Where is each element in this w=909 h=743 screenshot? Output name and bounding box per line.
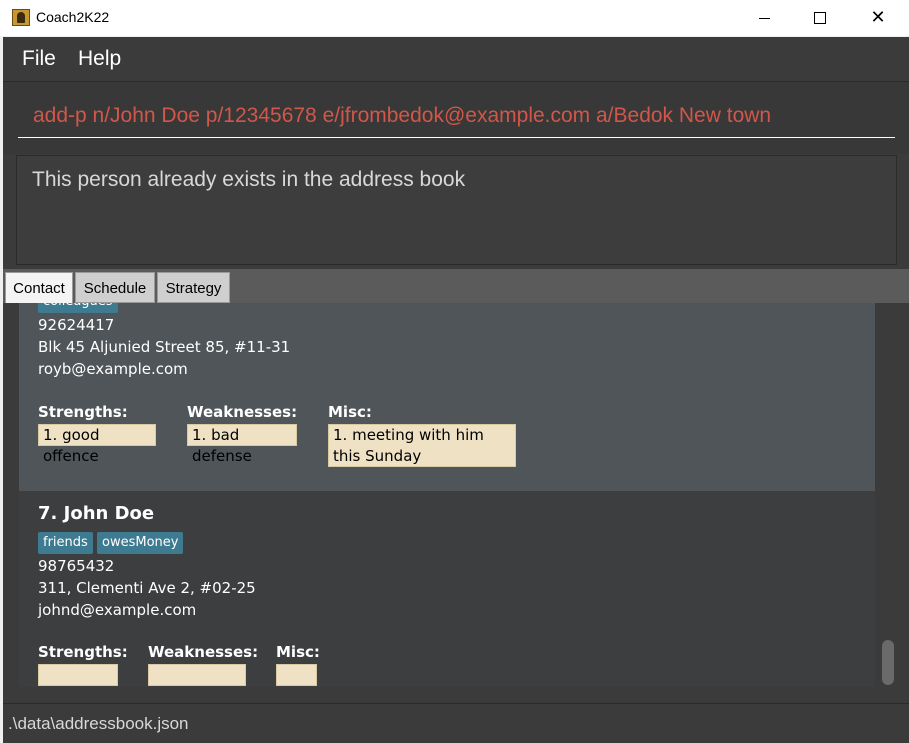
app-icon [12,9,30,26]
person-name: 7. John Doe [38,503,155,524]
menu-bar: File Help [3,37,909,81]
strengths-label: Strengths: [38,643,128,661]
tab-bar: Contact Schedule Strategy [3,269,909,303]
close-icon: ✕ [870,7,886,28]
misc-item: 1. meeting with him this Sunday [328,424,516,467]
menu-file[interactable]: File [22,47,56,71]
menu-help[interactable]: Help [78,47,121,71]
person-card[interactable]: colleagues 92624417 Blk 45 Aljunied Stre… [19,303,875,491]
tag-badge: owesMoney [97,532,184,554]
tag-badge: friends [38,532,93,554]
weakness-item [148,664,246,686]
tab-schedule[interactable]: Schedule [75,272,155,303]
misc-item [276,664,317,686]
person-address: Blk 45 Aljunied Street 85, #11-31 [38,338,291,356]
strengths-label: Strengths: [38,403,128,421]
person-phone: 98765432 [38,557,115,575]
tag-badge: colleagues [38,303,118,313]
scrollbar-thumb[interactable] [882,640,894,685]
person-phone: 92624417 [38,316,115,334]
strength-item [38,664,118,686]
misc-label: Misc: [276,643,320,661]
tab-contact[interactable]: Contact [5,272,73,303]
minimize-icon [758,17,770,19]
app-window: File Help add-p n/John Doe p/12345678 e/… [3,37,909,743]
person-email: johnd@example.com [38,601,197,619]
person-list-panel: colleagues 92624417 Blk 45 Aljunied Stre… [3,303,909,703]
weaknesses-label: Weaknesses: [148,643,259,661]
person-card[interactable]: 7. John Doe friends owesMoney 98765432 3… [19,491,875,687]
result-message: This person already exists in the addres… [32,168,466,191]
command-input[interactable]: add-p n/John Doe p/12345678 e/jfrombedok… [18,94,895,138]
strength-item: 1. good offence [38,424,156,465]
maximize-icon [814,12,826,24]
weaknesses-label: Weaknesses: [187,403,298,421]
save-location: .\data\addressbook.json [8,714,189,733]
title-bar: Coach2K22 ✕ [0,0,909,36]
person-list[interactable]: colleagues 92624417 Blk 45 Aljunied Stre… [19,303,875,687]
list-scrollbar[interactable] [879,303,897,687]
close-button[interactable]: ✕ [849,0,907,36]
maximize-button[interactable] [791,0,849,36]
minimize-button[interactable] [735,0,793,36]
tab-strategy[interactable]: Strategy [157,272,230,303]
person-address: 311, Clementi Ave 2, #02-25 [38,579,256,597]
status-bar: .\data\addressbook.json [3,703,909,743]
command-area: add-p n/John Doe p/12345678 e/jfrombedok… [3,81,909,154]
weakness-item: 1. bad defense [187,424,297,465]
window-title: Coach2K22 [36,9,110,25]
misc-label: Misc: [328,403,372,421]
result-display: This person already exists in the addres… [16,155,897,265]
person-email: royb@example.com [38,360,188,378]
